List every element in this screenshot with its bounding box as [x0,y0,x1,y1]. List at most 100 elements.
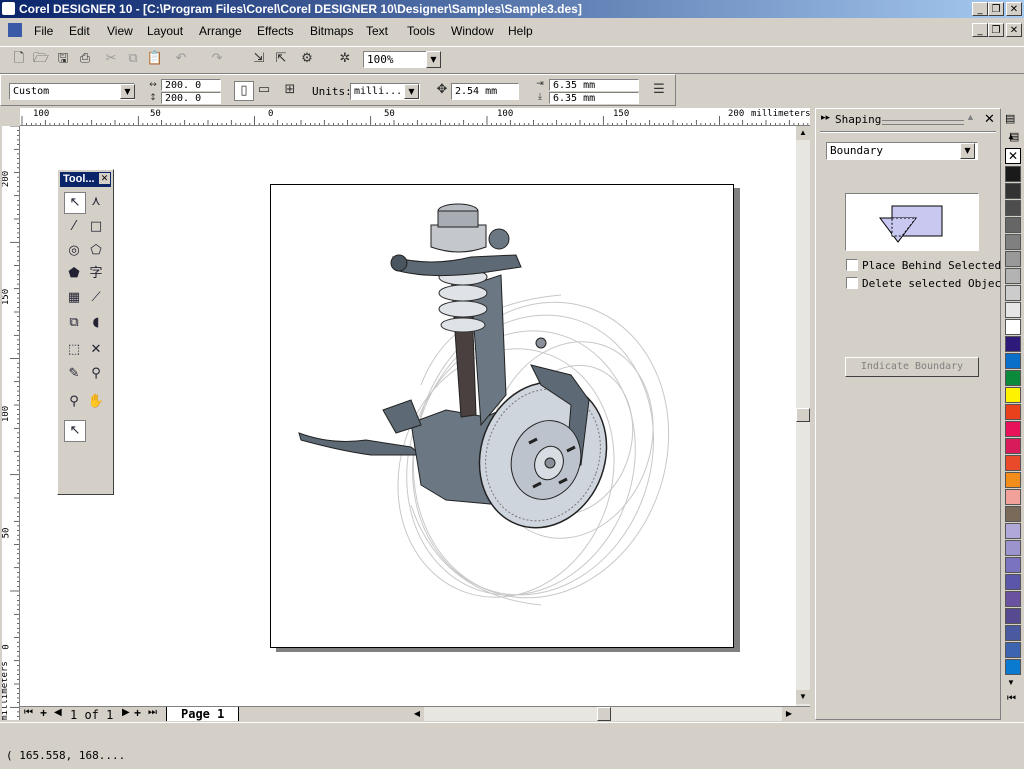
scroll-left-button[interactable]: ◀ [410,707,424,721]
menu-window[interactable]: Window [451,24,494,38]
doc-close-button[interactable]: ✕ [1006,23,1022,37]
palette-swatch[interactable] [1005,574,1021,590]
palette-flyout-icon[interactable]: ⏮ [1007,693,1016,704]
palette-swatch[interactable] [1005,200,1021,216]
add-page-before-icon[interactable]: + [40,706,47,720]
portrait-icon[interactable]: ▯ [234,81,254,101]
shaping-mode-dropdown-button[interactable]: ▼ [960,143,975,159]
palette-swatch[interactable] [1005,608,1021,624]
menu-text[interactable]: Text [366,24,388,38]
print-icon[interactable]: ⎙ [76,50,94,68]
palette-swatch[interactable] [1005,642,1021,658]
palette-swatch[interactable] [1005,302,1021,318]
scroll-thumb-horizontal[interactable] [597,707,611,721]
cut-icon[interactable]: ✂ [102,50,120,68]
palette-swatch[interactable] [1005,353,1021,369]
docker-grip[interactable] [882,120,964,125]
menu-effects[interactable]: Effects [257,24,293,38]
menu-help[interactable]: Help [508,24,533,38]
open-icon[interactable]: 🗁 [32,50,50,68]
docker-tab-icon[interactable]: ▤ [1005,112,1015,125]
graph-paper-icon[interactable]: ▦ [64,288,84,308]
options-icon[interactable]: ☰ [650,81,668,99]
rectangle-tool-icon[interactable]: □ [86,217,106,237]
scroll-thumb-vertical[interactable] [796,408,810,422]
menu-view[interactable]: View [107,24,133,38]
toolbox-close-icon[interactable]: ✕ [99,173,110,184]
zoom-field[interactable]: 100% [363,51,427,68]
extrude-tool-icon[interactable]: ⬚ [64,340,84,360]
vertical-scrollbar[interactable]: ▲ ▼ [796,126,810,706]
palette-swatch[interactable] [1005,234,1021,250]
corel-online-icon[interactable]: ✲ [336,50,354,68]
prev-page-icon[interactable]: ◀ [54,707,62,718]
shape-tool-icon[interactable]: ⋏ [86,192,106,212]
interactive-fill-icon[interactable]: ⧉ [64,313,84,333]
nudge-field[interactable]: 2.54 mm [451,83,519,100]
toolbox-titlebar[interactable]: Tool... ✕ [60,172,111,187]
pick-tool-icon[interactable]: ↖ [64,192,86,214]
drawing-page[interactable] [270,184,734,648]
palette-swatch[interactable] [1005,370,1021,386]
docker-collapse-icon[interactable]: ▸▸ [821,112,830,123]
outline-tool-icon[interactable]: ✎ [64,364,84,384]
redo-icon[interactable]: ↷ [208,50,226,68]
toolbox-panel[interactable]: Tool... ✕ ↖ ⋏ ⁄ □ ◎ ⬠ ⬟ 字 ▦ ⟋ ⧉ ◖ ⬚ ✕ ✎ … [57,169,114,495]
place-behind-checkbox[interactable] [846,259,858,271]
copy-icon[interactable]: ⧉ [124,50,142,68]
all-pages-icon[interactable]: ⊞ [281,81,299,99]
doc-minimize-button[interactable]: _ [972,23,988,37]
no-fill-swatch[interactable]: ✕ [1005,148,1021,164]
paper-type-dropdown-button[interactable]: ▼ [120,84,135,99]
palette-swatch[interactable] [1005,472,1021,488]
scroll-down-button[interactable]: ▼ [796,690,810,704]
docker-up-icon[interactable]: ▲ [966,112,975,122]
basic-shapes-icon[interactable]: ⬟ [64,264,84,284]
palette-swatch[interactable] [1005,421,1021,437]
paper-type-select[interactable]: Custom [9,83,135,100]
palette-swatch[interactable] [1005,166,1021,182]
palette-swatch[interactable] [1005,268,1021,284]
freehand-tool-icon[interactable]: ⁄ [64,217,84,237]
menu-arrange[interactable]: Arrange [199,24,242,38]
shaping-mode-select[interactable]: Boundary [826,142,978,160]
palette-swatch[interactable] [1005,438,1021,454]
next-page-icon[interactable]: ▶ [122,707,130,718]
ruler-origin[interactable] [0,108,20,126]
palette-up-icon[interactable]: ▲ [1007,132,1015,141]
first-page-icon[interactable]: ⏮ [24,707,33,718]
palette-swatch[interactable] [1005,591,1021,607]
suspension-illustration[interactable] [271,185,733,647]
landscape-icon[interactable]: ▭ [255,81,273,99]
palette-swatch[interactable] [1005,217,1021,233]
pointer-icon[interactable]: ↖ [64,420,86,442]
paper-width-field[interactable]: 200. 0 [161,79,221,91]
paste-icon[interactable]: 📋 [146,50,164,68]
knife-tool-icon[interactable]: ✕ [86,340,106,360]
duplicate-x-field[interactable]: 6.35 mm [549,79,639,91]
pan-tool-icon[interactable]: ✋ [86,392,106,412]
palette-swatch[interactable] [1005,455,1021,471]
horizontal-scrollbar[interactable]: ◀ ▶ [410,707,796,721]
palette-swatch[interactable] [1005,387,1021,403]
menu-edit[interactable]: Edit [69,24,90,38]
units-dropdown-button[interactable]: ▼ [404,84,419,99]
save-icon[interactable]: 🖫 [54,50,72,68]
horizontal-ruler[interactable]: 100 50 0 50 100 150 200 millimeters [20,108,810,126]
add-page-after-icon[interactable]: + [134,706,141,720]
close-button[interactable]: ✕ [1006,2,1022,16]
palette-swatch[interactable] [1005,625,1021,641]
menu-file[interactable]: File [34,24,53,38]
import-icon[interactable]: ⇲ [250,50,268,68]
palette-swatch[interactable] [1005,523,1021,539]
palette-swatch[interactable] [1005,506,1021,522]
dimension-tool-icon[interactable]: ⟋ [86,288,106,308]
palette-swatch[interactable] [1005,285,1021,301]
palette-swatch[interactable] [1005,183,1021,199]
zoom-tool-icon[interactable]: ⚲ [64,392,84,412]
palette-swatch[interactable] [1005,540,1021,556]
undo-icon[interactable]: ↶ [172,50,190,68]
app-launcher-icon[interactable]: ⚙ [298,50,316,68]
paper-height-field[interactable]: 200. 0 [161,92,221,104]
zoom-dropdown-button[interactable]: ▼ [426,51,441,68]
